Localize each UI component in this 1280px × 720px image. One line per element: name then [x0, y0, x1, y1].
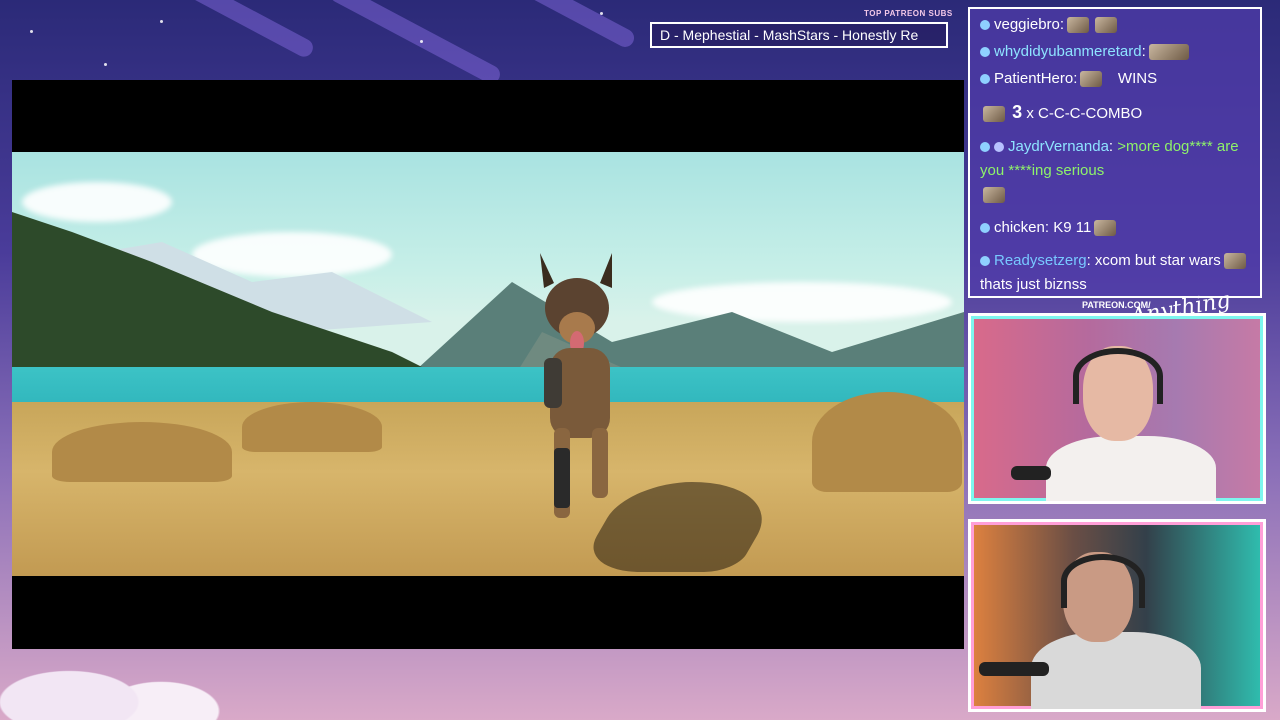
chat-text: xcom but star wars [1094, 252, 1221, 269]
chat-text: K9 11 [1053, 219, 1092, 236]
combo-x: x [1026, 105, 1034, 122]
chat-text: WINS [1117, 70, 1158, 87]
bg-star [30, 30, 33, 33]
video-player[interactable] [12, 80, 964, 649]
chat-message: whydidyubanmeretard: [980, 40, 1250, 64]
person-body [1031, 632, 1201, 709]
chat-badge-icon [980, 223, 990, 234]
microphone-icon [1011, 466, 1051, 480]
chat-username: Readysetzerg [994, 252, 1087, 269]
grass-tuft [812, 392, 962, 492]
chat-username: JaydrVernanda [1008, 138, 1109, 155]
chat-message: Readysetzerg: xcom but star warsthats ju… [980, 249, 1250, 297]
chat-message: veggiebro: [980, 13, 1250, 37]
emote-icon [983, 106, 1005, 123]
webcam-bottom [968, 519, 1266, 712]
patreon-subs-ticker: D - Mephestial - MashStars - Honestly Re [650, 22, 948, 48]
bg-streak [522, 0, 638, 51]
emote-icon [1095, 17, 1118, 34]
headphones-icon [1073, 348, 1163, 404]
chat-panel: veggiebro: whydidyubanmeretard: PatientH… [968, 7, 1262, 298]
combo-text: C-C-C-COMBO [1038, 105, 1143, 122]
chat-username: veggiebro [994, 16, 1060, 33]
chat-message: chicken: K9 11 [980, 216, 1250, 240]
chat-username: whydidyubanmeretard [994, 43, 1142, 60]
chat-combo: 3 x C-C-C-COMBO [980, 100, 1250, 126]
emote-icon [1094, 220, 1117, 237]
webcam-top [968, 313, 1266, 504]
chat-text: thats just biznss [980, 276, 1087, 293]
bg-star [104, 63, 107, 66]
chat-message: JaydrVernanda: >more dog**** are you ***… [980, 135, 1250, 207]
grass-tuft [52, 422, 232, 482]
bg-streak [326, 0, 504, 87]
chat-badge-icon [980, 256, 990, 267]
emote-icon [1080, 71, 1103, 88]
headphones-icon [1061, 554, 1145, 608]
chat-badge-icon [980, 47, 990, 58]
emote-icon [1223, 253, 1246, 270]
bg-star [420, 40, 423, 43]
chat-message: PatientHero: WINS [980, 67, 1250, 91]
bg-streak [183, 0, 317, 60]
emote-icon [1148, 44, 1189, 61]
chat-username: PatientHero [994, 70, 1074, 87]
combo-count: 3 [1012, 102, 1023, 122]
emote-icon [1067, 17, 1090, 34]
microphone-icon [979, 662, 1049, 676]
chat-badge-icon [980, 20, 990, 31]
person-body [1046, 436, 1216, 501]
grass-tuft [242, 402, 382, 452]
bg-star [600, 12, 603, 15]
gear-icon [994, 142, 1004, 153]
chat-badge-icon [980, 74, 990, 85]
video-frame-image [12, 152, 964, 576]
emote-icon [983, 187, 1005, 204]
dog-figure [540, 253, 612, 518]
top-patreon-subs-label: TOP PATREON SUBS [864, 9, 953, 18]
grass-field [12, 392, 964, 576]
ticker-text: D - Mephestial - MashStars - Honestly Re [660, 27, 919, 43]
chat-username: chicken [994, 219, 1045, 236]
bg-star [160, 20, 163, 23]
chat-badge-icon [980, 142, 990, 153]
